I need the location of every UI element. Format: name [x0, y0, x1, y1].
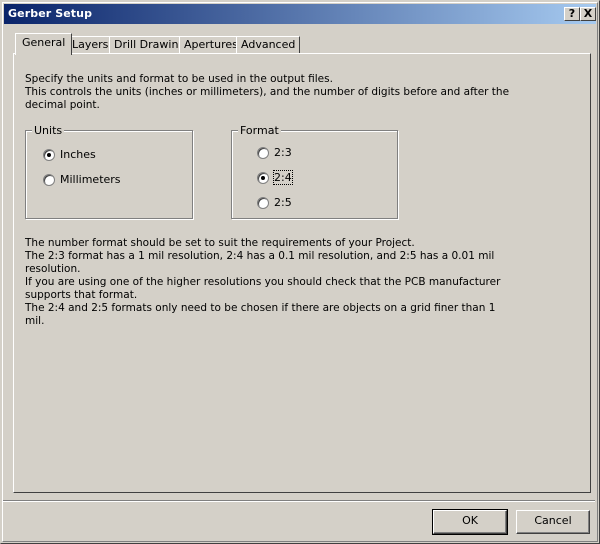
close-icon: X	[583, 7, 593, 20]
radio-inches-indicator[interactable]	[43, 148, 55, 161]
radio-inches[interactable]: Inches	[43, 148, 96, 161]
intro-text: Specify the units and format to be used …	[25, 73, 510, 111]
close-button[interactable]: X	[580, 7, 596, 21]
radio-format-2-4[interactable]: 2:4	[257, 170, 293, 185]
radio-format-2-5-label: 2:5	[274, 196, 292, 209]
radio-format-2-5-indicator[interactable]	[257, 196, 269, 209]
cancel-button[interactable]: Cancel	[516, 510, 590, 534]
radio-millimeters-label: Millimeters	[60, 173, 121, 186]
radio-format-2-4-indicator[interactable]	[257, 171, 269, 184]
dialog-title: Gerber Setup	[8, 7, 93, 20]
tab-general[interactable]: General	[15, 33, 73, 55]
help-button[interactable]: ?	[564, 7, 580, 21]
tab-advanced[interactable]: Advanced	[236, 36, 301, 54]
button-divider	[3, 500, 595, 502]
radio-format-2-5[interactable]: 2:5	[257, 196, 292, 209]
radio-millimeters-indicator[interactable]	[43, 173, 55, 186]
title-bar[interactable]: Gerber Setup ? X	[4, 4, 596, 24]
radio-format-2-3[interactable]: 2:3	[257, 146, 292, 159]
radio-format-2-4-label: 2:4	[273, 170, 293, 185]
radio-inches-label: Inches	[60, 148, 96, 161]
radio-millimeters[interactable]: Millimeters	[43, 173, 121, 186]
format-group-title: Format	[238, 124, 281, 137]
general-tab-panel: Specify the units and format to be used …	[13, 53, 591, 493]
radio-format-2-3-indicator[interactable]	[257, 146, 269, 159]
units-group: Units Inches Millimeters	[25, 124, 193, 219]
radio-format-2-3-label: 2:3	[274, 146, 292, 159]
gerber-setup-dialog: Gerber Setup ? X General Layers Drill Dr…	[0, 0, 600, 544]
ok-button[interactable]: OK	[432, 509, 508, 535]
format-notes: The number format should be set to suit …	[25, 237, 501, 327]
units-group-title: Units	[32, 124, 65, 137]
tab-layers[interactable]: Layers	[67, 36, 114, 54]
help-icon: ?	[568, 7, 576, 20]
format-group: Format 2:3 2:4 2:5	[231, 124, 398, 219]
tab-apertures[interactable]: Apertures	[179, 36, 243, 54]
